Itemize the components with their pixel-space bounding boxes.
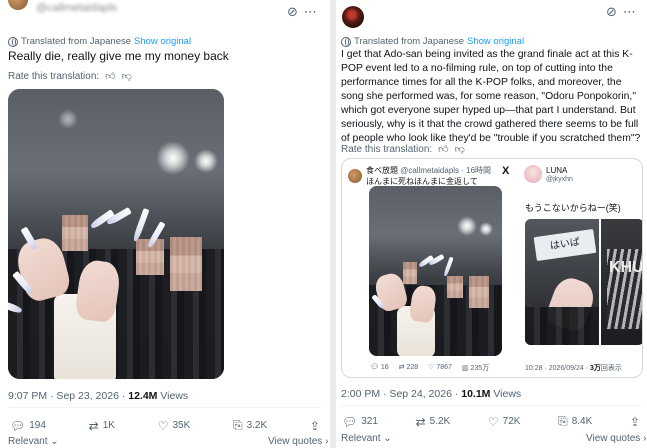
grok-icon[interactable]: ⊘	[287, 4, 304, 19]
sort-label: Relevant	[8, 436, 48, 447]
action-bar: 💬︎ 321 ⇄ 5.2K ♡ 72K ⎘ 8.4K ⇪	[342, 414, 640, 429]
reply-count: 194	[29, 420, 46, 431]
tweet-text: Really die, really give me my money back	[8, 49, 229, 63]
view-quotes-label: View quotes	[586, 433, 641, 444]
action-bar: 💬︎ 194 ⇄ 1K ♡ 35K ⎘ 3.2K ⇪	[10, 418, 320, 433]
view-quotes-link[interactable]: View quotes ›	[586, 433, 646, 444]
chevron-down-icon: ⌄	[383, 433, 392, 444]
x-logo-icon: X	[502, 165, 510, 177]
right-post: ⊘⋯ Translated from Japanese Show origina…	[336, 0, 647, 448]
more-icon[interactable]: ⋯	[623, 4, 642, 19]
embed-repost[interactable]: ⇄ 228	[399, 363, 419, 373]
translation-notice: Translated from Japanese Show original	[8, 36, 191, 47]
embed-photo-luna-1[interactable]: はいぱ	[525, 219, 599, 345]
embed-reply[interactable]: 💬︎ 16	[370, 363, 389, 373]
post-meta: 9:07 PM · Sep 23, 2026 · 12.4M Views	[8, 390, 188, 402]
chevron-down-icon: ⌄	[50, 436, 59, 447]
embed-meta-luna: 10:28 · 2026/09/24 · 3万回表示	[525, 365, 622, 372]
repost-icon: ⇄	[415, 414, 426, 429]
rate-label: Rate this translation:	[341, 143, 433, 155]
repost-button[interactable]: ⇄ 1K	[89, 418, 115, 433]
view-quotes-link[interactable]: View quotes ›	[268, 436, 328, 447]
heart-icon: ♡	[487, 414, 499, 429]
translated-label: Translated from Japanese	[354, 36, 465, 47]
globe-icon	[8, 36, 18, 47]
share-button[interactable]: ⇪	[310, 418, 320, 433]
share-button[interactable]: ⇪	[630, 414, 640, 429]
views-count: 12.4M	[128, 390, 158, 402]
rate-label: Rate this translation:	[8, 70, 100, 82]
rate-translation: Rate this translation: 👍︎ 👎︎	[8, 70, 132, 83]
timestamp[interactable]: 2:00 PM · Sep 24, 2026 ·	[341, 388, 458, 400]
bookmark-icon: ⎘	[558, 414, 568, 428]
embed-photo-luna-2[interactable]: KHU	[601, 219, 643, 345]
embed-photo[interactable]	[369, 186, 502, 356]
reply-button[interactable]: 💬︎ 321	[342, 414, 378, 429]
bookmark-count: 3.2K	[246, 420, 268, 431]
like-button[interactable]: ♡ 35K	[158, 418, 191, 433]
reply-button[interactable]: 💬︎ 194	[10, 418, 46, 433]
views-label: Views	[160, 390, 189, 402]
repost-count: 1K	[102, 420, 115, 431]
chevron-right-icon: ›	[325, 436, 329, 447]
embed-like[interactable]: ♡ 7867	[428, 363, 452, 373]
sort-relevant-dropdown[interactable]: Relevant ⌄	[341, 433, 392, 444]
globe-icon	[341, 36, 351, 47]
repost-icon: ⇄	[88, 418, 99, 433]
embedded-posts[interactable]: 食べ放題 @callmetaidapls · 16時間 ほんまに死ねほんまに金返…	[341, 158, 643, 378]
embed-handle-luna: @jkyxhn	[546, 176, 573, 183]
more-icon[interactable]: ⋯	[304, 4, 323, 19]
bookmark-count: 8.4K	[571, 416, 593, 427]
view-quotes-label: View quotes	[268, 436, 323, 447]
banner-text-right: KHU	[609, 259, 643, 276]
timestamp[interactable]: 9:07 PM · Sep 23, 2026 ·	[8, 390, 125, 402]
views-count: 10.1M	[461, 388, 491, 400]
embed-left-actions: 💬︎ 16 ⇄ 228 ♡ 7867 ▥ 235万	[370, 363, 489, 373]
thumbs-down-icon[interactable]: 👎︎	[455, 143, 465, 155]
thumbs-up-icon[interactable]: 👍︎	[105, 70, 115, 82]
embed-author-luna: LUNA	[546, 166, 568, 175]
like-button[interactable]: ♡ 72K	[488, 414, 521, 429]
show-original-link[interactable]: Show original	[467, 36, 524, 47]
tweet-text: I get that Ado-san being invited as the …	[341, 49, 641, 144]
reply-icon: 💬︎	[342, 414, 358, 429]
post-top-icons: ⊘⋯	[606, 4, 642, 20]
bookmark-icon: ⎘	[232, 418, 243, 432]
thumbs-down-icon[interactable]: 👎︎	[122, 70, 132, 82]
reply-count: 321	[361, 416, 378, 427]
views-label: Views	[493, 388, 522, 400]
left-post: @callmetaidapls ⊘⋯ Translated from Japan…	[0, 0, 330, 448]
embed-avatar	[348, 169, 362, 183]
embed-avatar-luna	[524, 165, 542, 183]
like-count: 72K	[502, 416, 521, 427]
repost-button[interactable]: ⇄ 5.2K	[416, 414, 451, 429]
reply-icon: 💬︎	[10, 418, 26, 433]
thumbs-up-icon[interactable]: 👍︎	[438, 143, 448, 155]
embed-views[interactable]: ▥ 235万	[462, 363, 489, 373]
share-icon: ⇪	[629, 414, 640, 429]
author-handle[interactable]: @callmetaidapls	[36, 2, 117, 14]
post-top-icons: ⊘⋯	[287, 4, 323, 20]
show-original-link[interactable]: Show original	[134, 36, 191, 47]
embed-text-luna: もうこないからねー(笑)	[525, 203, 621, 213]
sort-label: Relevant	[341, 433, 381, 444]
embed-author: 食べ放題 @callmetaidapls · 16時間	[366, 166, 492, 175]
author-avatar[interactable]	[342, 6, 364, 28]
bookmark-button[interactable]: ⎘ 8.4K	[558, 414, 592, 429]
heart-icon: ♡	[157, 418, 169, 433]
repost-count: 5.2K	[429, 416, 451, 427]
rate-translation: Rate this translation: 👍︎ 👎︎	[341, 143, 465, 156]
chevron-right-icon: ›	[643, 433, 647, 444]
author-avatar[interactable]	[8, 0, 28, 10]
like-count: 35K	[172, 420, 191, 431]
share-icon: ⇪	[309, 418, 320, 433]
post-meta: 2:00 PM · Sep 24, 2026 · 10.1M Views	[341, 388, 521, 400]
sort-relevant-dropdown[interactable]: Relevant ⌄	[8, 436, 59, 447]
bookmark-button[interactable]: ⎘ 3.2K	[233, 418, 267, 433]
post-photo[interactable]	[8, 89, 224, 379]
translation-notice: Translated from Japanese Show original	[341, 36, 524, 47]
grok-icon[interactable]: ⊘	[606, 4, 623, 19]
translated-label: Translated from Japanese	[21, 36, 132, 47]
